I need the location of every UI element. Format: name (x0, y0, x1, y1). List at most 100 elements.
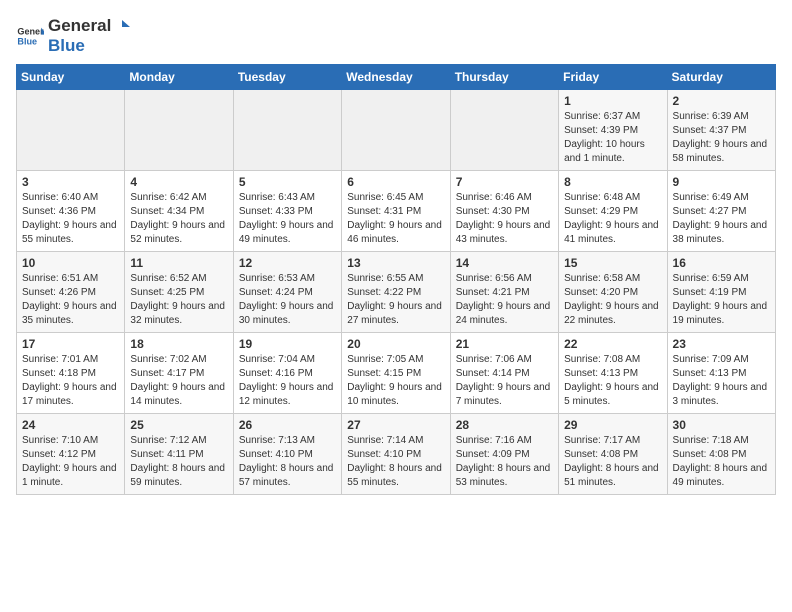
calendar-cell (342, 90, 450, 171)
day-number: 18 (130, 337, 227, 351)
calendar-cell: 7 Sunrise: 6:46 AM Sunset: 4:30 PM Daylig… (450, 171, 558, 252)
day-info: Sunrise: 6:51 AM Sunset: 4:26 PM Dayligh… (22, 272, 119, 328)
day-info: Sunrise: 7:10 AM Sunset: 4:12 PM Dayligh… (22, 434, 119, 490)
day-info: Sunrise: 6:43 AM Sunset: 4:33 PM Dayligh… (239, 191, 336, 247)
day-info: Sunrise: 7:05 AM Sunset: 4:15 PM Dayligh… (347, 353, 444, 409)
day-number: 17 (22, 337, 119, 351)
calendar-cell: 26 Sunrise: 7:13 AM Sunset: 4:10 PM Dayli… (233, 414, 341, 495)
day-info: Sunrise: 6:40 AM Sunset: 4:36 PM Dayligh… (22, 191, 119, 247)
day-info: Sunrise: 6:58 AM Sunset: 4:20 PM Dayligh… (564, 272, 661, 328)
day-number: 8 (564, 175, 661, 189)
calendar-cell: 17 Sunrise: 7:01 AM Sunset: 4:18 PM Dayli… (17, 333, 125, 414)
day-number: 16 (673, 256, 770, 270)
calendar-cell: 14Sunrise: 6:56 AM Sunset: 4:21 PM Dayli… (450, 252, 558, 333)
week-row-2: 10 Sunrise: 6:51 AM Sunset: 4:26 PM Dayli… (17, 252, 776, 333)
day-info: Sunrise: 6:48 AM Sunset: 4:29 PM Dayligh… (564, 191, 661, 247)
calendar-cell: 21 Sunrise: 7:06 AM Sunset: 4:14 PM Dayli… (450, 333, 558, 414)
weekday-sunday: Sunday (17, 65, 125, 90)
day-info: Sunrise: 7:04 AM Sunset: 4:16 PM Dayligh… (239, 353, 336, 409)
day-number: 3 (22, 175, 119, 189)
day-info: Sunrise: 7:01 AM Sunset: 4:18 PM Dayligh… (22, 353, 119, 409)
day-info: Sunrise: 7:17 AM Sunset: 4:08 PM Dayligh… (564, 434, 661, 490)
weekday-tuesday: Tuesday (233, 65, 341, 90)
calendar-cell: 2Sunrise: 6:39 AM Sunset: 4:37 PM Daylig… (667, 90, 775, 171)
week-row-1: 3 Sunrise: 6:40 AM Sunset: 4:36 PM Daylig… (17, 171, 776, 252)
calendar-cell (17, 90, 125, 171)
weekday-header: SundayMondayTuesdayWednesdayThursdayFrid… (17, 65, 776, 90)
day-number: 6 (347, 175, 444, 189)
calendar-cell (233, 90, 341, 171)
day-number: 1 (564, 94, 661, 108)
calendar-cell (450, 90, 558, 171)
day-info: Sunrise: 6:59 AM Sunset: 4:19 PM Dayligh… (673, 272, 770, 328)
day-number: 23 (673, 337, 770, 351)
day-info: Sunrise: 7:06 AM Sunset: 4:14 PM Dayligh… (456, 353, 553, 409)
day-info: Sunrise: 6:45 AM Sunset: 4:31 PM Dayligh… (347, 191, 444, 247)
day-number: 7 (456, 175, 553, 189)
day-info: Sunrise: 6:53 AM Sunset: 4:24 PM Dayligh… (239, 272, 336, 328)
weekday-wednesday: Wednesday (342, 65, 450, 90)
day-number: 2 (673, 94, 770, 108)
svg-text:Blue: Blue (17, 36, 37, 46)
day-info: Sunrise: 7:18 AM Sunset: 4:08 PM Dayligh… (673, 434, 770, 490)
calendar-cell: 6 Sunrise: 6:45 AM Sunset: 4:31 PM Daylig… (342, 171, 450, 252)
weekday-thursday: Thursday (450, 65, 558, 90)
calendar-cell: 19 Sunrise: 7:04 AM Sunset: 4:16 PM Dayli… (233, 333, 341, 414)
calendar-cell: 28Sunrise: 7:16 AM Sunset: 4:09 PM Dayli… (450, 414, 558, 495)
day-info: Sunrise: 6:55 AM Sunset: 4:22 PM Dayligh… (347, 272, 444, 328)
calendar-cell: 25 Sunrise: 7:12 AM Sunset: 4:11 PM Dayli… (125, 414, 233, 495)
calendar-cell: 5 Sunrise: 6:43 AM Sunset: 4:33 PM Daylig… (233, 171, 341, 252)
calendar-cell: 18 Sunrise: 7:02 AM Sunset: 4:17 PM Dayli… (125, 333, 233, 414)
day-number: 19 (239, 337, 336, 351)
day-number: 4 (130, 175, 227, 189)
day-number: 25 (130, 418, 227, 432)
logo: General Blue General Blue (16, 16, 130, 56)
day-info: Sunrise: 6:37 AM Sunset: 4:39 PM Dayligh… (564, 110, 661, 166)
calendar-cell: 4 Sunrise: 6:42 AM Sunset: 4:34 PM Daylig… (125, 171, 233, 252)
day-info: Sunrise: 7:08 AM Sunset: 4:13 PM Dayligh… (564, 353, 661, 409)
calendar-cell: 24 Sunrise: 7:10 AM Sunset: 4:12 PM Dayli… (17, 414, 125, 495)
calendar-cell: 3 Sunrise: 6:40 AM Sunset: 4:36 PM Daylig… (17, 171, 125, 252)
day-info: Sunrise: 7:12 AM Sunset: 4:11 PM Dayligh… (130, 434, 227, 490)
day-info: Sunrise: 7:13 AM Sunset: 4:10 PM Dayligh… (239, 434, 336, 490)
day-number: 11 (130, 256, 227, 270)
calendar-cell: 9 Sunrise: 6:49 AM Sunset: 4:27 PM Daylig… (667, 171, 775, 252)
calendar-cell: 12 Sunrise: 6:53 AM Sunset: 4:24 PM Dayli… (233, 252, 341, 333)
calendar-cell: 15Sunrise: 6:58 AM Sunset: 4:20 PM Dayli… (559, 252, 667, 333)
day-number: 22 (564, 337, 661, 351)
day-number: 24 (22, 418, 119, 432)
calendar-cell: 29Sunrise: 7:17 AM Sunset: 4:08 PM Dayli… (559, 414, 667, 495)
calendar-body: 1 Sunrise: 6:37 AM Sunset: 4:39 PM Daylig… (17, 90, 776, 495)
day-number: 12 (239, 256, 336, 270)
day-number: 30 (673, 418, 770, 432)
week-row-0: 1 Sunrise: 6:37 AM Sunset: 4:39 PM Daylig… (17, 90, 776, 171)
day-number: 26 (239, 418, 336, 432)
day-info: Sunrise: 6:42 AM Sunset: 4:34 PM Dayligh… (130, 191, 227, 247)
day-info: Sunrise: 6:52 AM Sunset: 4:25 PM Dayligh… (130, 272, 227, 328)
day-info: Sunrise: 6:46 AM Sunset: 4:30 PM Dayligh… (456, 191, 553, 247)
calendar-cell: 30 Sunrise: 7:18 AM Sunset: 4:08 PM Dayli… (667, 414, 775, 495)
day-number: 5 (239, 175, 336, 189)
day-number: 28 (456, 418, 553, 432)
day-info: Sunrise: 7:09 AM Sunset: 4:13 PM Dayligh… (673, 353, 770, 409)
day-number: 27 (347, 418, 444, 432)
calendar-cell: 20 Sunrise: 7:05 AM Sunset: 4:15 PM Dayli… (342, 333, 450, 414)
calendar-cell: 1 Sunrise: 6:37 AM Sunset: 4:39 PM Daylig… (559, 90, 667, 171)
day-number: 10 (22, 256, 119, 270)
weekday-friday: Friday (559, 65, 667, 90)
day-number: 13 (347, 256, 444, 270)
logo-icon: General Blue (16, 22, 44, 50)
svg-text:General: General (17, 27, 44, 37)
weekday-monday: Monday (125, 65, 233, 90)
day-number: 21 (456, 337, 553, 351)
day-info: Sunrise: 6:56 AM Sunset: 4:21 PM Dayligh… (456, 272, 553, 328)
day-info: Sunrise: 6:49 AM Sunset: 4:27 PM Dayligh… (673, 191, 770, 247)
calendar-cell: 16 Sunrise: 6:59 AM Sunset: 4:19 PM Dayli… (667, 252, 775, 333)
calendar-cell: 23 Sunrise: 7:09 AM Sunset: 4:13 PM Dayli… (667, 333, 775, 414)
calendar-cell: 27Sunrise: 7:14 AM Sunset: 4:10 PM Dayli… (342, 414, 450, 495)
day-number: 20 (347, 337, 444, 351)
day-info: Sunrise: 7:02 AM Sunset: 4:17 PM Dayligh… (130, 353, 227, 409)
calendar-cell: 22 Sunrise: 7:08 AM Sunset: 4:13 PM Dayli… (559, 333, 667, 414)
day-number: 9 (673, 175, 770, 189)
calendar-cell: 10 Sunrise: 6:51 AM Sunset: 4:26 PM Dayli… (17, 252, 125, 333)
